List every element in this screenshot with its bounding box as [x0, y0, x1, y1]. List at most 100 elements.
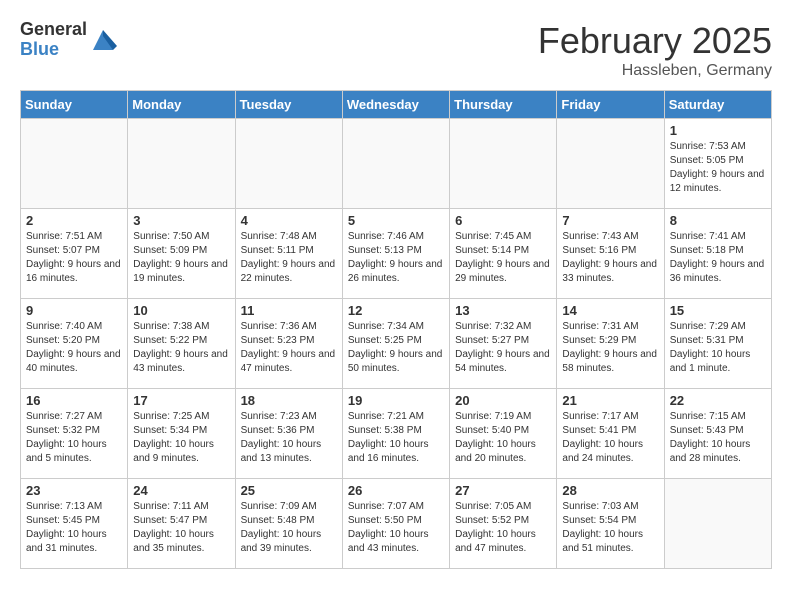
day-info: Sunrise: 7:48 AM Sunset: 5:11 PM Dayligh…	[241, 230, 337, 286]
day-number: 25	[241, 483, 337, 498]
weekday-header-tuesday: Tuesday	[235, 91, 342, 119]
calendar-cell: 12Sunrise: 7:34 AM Sunset: 5:25 PM Dayli…	[342, 299, 449, 389]
day-number: 3	[133, 213, 229, 228]
calendar-cell: 5Sunrise: 7:46 AM Sunset: 5:13 PM Daylig…	[342, 209, 449, 299]
day-info: Sunrise: 7:05 AM Sunset: 5:52 PM Dayligh…	[455, 500, 551, 556]
day-info: Sunrise: 7:36 AM Sunset: 5:23 PM Dayligh…	[241, 320, 337, 376]
calendar-cell: 21 Sunrise: 7:17 AM Sunset: 5:41 PM Dayli…	[557, 389, 664, 479]
weekday-header-friday: Friday	[557, 91, 664, 119]
calendar-cell	[21, 119, 128, 209]
day-info: Sunrise: 7:32 AM Sunset: 5:27 PM Dayligh…	[455, 320, 551, 376]
calendar-cell: 2 Sunrise: 7:51 AM Sunset: 5:07 PM Daylig…	[21, 209, 128, 299]
page-header: General Blue February 2025 Hassleben, Ge…	[20, 20, 772, 80]
day-info: Sunrise: 7:41 AM Sunset: 5:18 PM Dayligh…	[670, 230, 766, 286]
weekday-header-sunday: Sunday	[21, 91, 128, 119]
day-info: Sunrise: 7:50 AM Sunset: 5:09 PM Dayligh…	[133, 230, 229, 286]
day-info: Sunrise: 7:17 AM Sunset: 5:41 PM Dayligh…	[562, 410, 658, 466]
calendar-cell: 16 Sunrise: 7:27 AM Sunset: 5:32 PM Dayli…	[21, 389, 128, 479]
calendar-cell: 9 Sunrise: 7:40 AM Sunset: 5:20 PM Daylig…	[21, 299, 128, 389]
day-number: 6	[455, 213, 551, 228]
day-info: Sunrise: 7:46 AM Sunset: 5:13 PM Dayligh…	[348, 230, 444, 286]
calendar-cell: 22 Sunrise: 7:15 AM Sunset: 5:43 PM Dayli…	[664, 389, 771, 479]
day-info: Sunrise: 7:53 AM Sunset: 5:05 PM Dayligh…	[670, 140, 766, 196]
day-info: Sunrise: 7:03 AM Sunset: 5:54 PM Dayligh…	[562, 500, 658, 556]
calendar-cell: 8 Sunrise: 7:41 AM Sunset: 5:18 PM Daylig…	[664, 209, 771, 299]
day-info: Sunrise: 7:27 AM Sunset: 5:32 PM Dayligh…	[26, 410, 122, 466]
day-number: 10	[133, 303, 229, 318]
logo-blue-text: Blue	[20, 40, 87, 60]
day-number: 19	[348, 393, 444, 408]
weekday-header-saturday: Saturday	[664, 91, 771, 119]
week-row-4: 16 Sunrise: 7:27 AM Sunset: 5:32 PM Dayli…	[21, 389, 772, 479]
title-block: February 2025 Hassleben, Germany	[538, 20, 772, 80]
day-info: Sunrise: 7:51 AM Sunset: 5:07 PM Dayligh…	[26, 230, 122, 286]
day-number: 21	[562, 393, 658, 408]
calendar-cell: 18 Sunrise: 7:23 AM Sunset: 5:36 PM Dayli…	[235, 389, 342, 479]
calendar-cell: 13 Sunrise: 7:32 AM Sunset: 5:27 PM Dayli…	[450, 299, 557, 389]
calendar-cell: 15 Sunrise: 7:29 AM Sunset: 5:31 PM Dayli…	[664, 299, 771, 389]
day-info: Sunrise: 7:40 AM Sunset: 5:20 PM Dayligh…	[26, 320, 122, 376]
weekday-header-wednesday: Wednesday	[342, 91, 449, 119]
calendar-cell	[128, 119, 235, 209]
calendar-cell: 25Sunrise: 7:09 AM Sunset: 5:48 PM Dayli…	[235, 479, 342, 569]
day-number: 2	[26, 213, 122, 228]
day-number: 24	[133, 483, 229, 498]
day-number: 1	[670, 123, 766, 138]
calendar-cell: 24 Sunrise: 7:11 AM Sunset: 5:47 PM Dayli…	[128, 479, 235, 569]
calendar-cell: 11 Sunrise: 7:36 AM Sunset: 5:23 PM Dayli…	[235, 299, 342, 389]
month-title: February 2025	[538, 20, 772, 62]
day-number: 13	[455, 303, 551, 318]
day-info: Sunrise: 7:07 AM Sunset: 5:50 PM Dayligh…	[348, 500, 444, 556]
calendar-cell: 6 Sunrise: 7:45 AM Sunset: 5:14 PM Daylig…	[450, 209, 557, 299]
logo-icon	[89, 26, 117, 54]
day-number: 9	[26, 303, 122, 318]
day-info: Sunrise: 7:15 AM Sunset: 5:43 PM Dayligh…	[670, 410, 766, 466]
calendar-cell: 23Sunrise: 7:13 AM Sunset: 5:45 PM Dayli…	[21, 479, 128, 569]
calendar-cell: 27 Sunrise: 7:05 AM Sunset: 5:52 PM Dayli…	[450, 479, 557, 569]
day-info: Sunrise: 7:11 AM Sunset: 5:47 PM Dayligh…	[133, 500, 229, 556]
logo: General Blue	[20, 20, 117, 60]
day-info: Sunrise: 7:23 AM Sunset: 5:36 PM Dayligh…	[241, 410, 337, 466]
week-row-1: 1 Sunrise: 7:53 AM Sunset: 5:05 PM Daylig…	[21, 119, 772, 209]
calendar-table: SundayMondayTuesdayWednesdayThursdayFrid…	[20, 90, 772, 569]
calendar-cell: 10 Sunrise: 7:38 AM Sunset: 5:22 PM Dayli…	[128, 299, 235, 389]
calendar-cell	[235, 119, 342, 209]
day-number: 20	[455, 393, 551, 408]
calendar-cell: 26 Sunrise: 7:07 AM Sunset: 5:50 PM Dayli…	[342, 479, 449, 569]
day-number: 22	[670, 393, 766, 408]
day-info: Sunrise: 7:43 AM Sunset: 5:16 PM Dayligh…	[562, 230, 658, 286]
week-row-5: 23Sunrise: 7:13 AM Sunset: 5:45 PM Dayli…	[21, 479, 772, 569]
calendar-cell: 3 Sunrise: 7:50 AM Sunset: 5:09 PM Daylig…	[128, 209, 235, 299]
day-number: 26	[348, 483, 444, 498]
day-info: Sunrise: 7:21 AM Sunset: 5:38 PM Dayligh…	[348, 410, 444, 466]
day-number: 23	[26, 483, 122, 498]
day-info: Sunrise: 7:19 AM Sunset: 5:40 PM Dayligh…	[455, 410, 551, 466]
day-info: Sunrise: 7:45 AM Sunset: 5:14 PM Dayligh…	[455, 230, 551, 286]
calendar-cell	[664, 479, 771, 569]
day-number: 18	[241, 393, 337, 408]
day-info: Sunrise: 7:31 AM Sunset: 5:29 PM Dayligh…	[562, 320, 658, 376]
day-number: 14	[562, 303, 658, 318]
day-number: 17	[133, 393, 229, 408]
day-info: Sunrise: 7:38 AM Sunset: 5:22 PM Dayligh…	[133, 320, 229, 376]
day-number: 11	[241, 303, 337, 318]
day-number: 15	[670, 303, 766, 318]
calendar-cell: 7Sunrise: 7:43 AM Sunset: 5:16 PM Daylig…	[557, 209, 664, 299]
calendar-cell	[342, 119, 449, 209]
week-row-3: 9 Sunrise: 7:40 AM Sunset: 5:20 PM Daylig…	[21, 299, 772, 389]
day-number: 12	[348, 303, 444, 318]
calendar-cell: 20 Sunrise: 7:19 AM Sunset: 5:40 PM Dayli…	[450, 389, 557, 479]
calendar-cell: 17Sunrise: 7:25 AM Sunset: 5:34 PM Dayli…	[128, 389, 235, 479]
day-number: 8	[670, 213, 766, 228]
day-info: Sunrise: 7:29 AM Sunset: 5:31 PM Dayligh…	[670, 320, 766, 376]
calendar-cell: 1 Sunrise: 7:53 AM Sunset: 5:05 PM Daylig…	[664, 119, 771, 209]
calendar-cell	[557, 119, 664, 209]
logo-general-text: General	[20, 20, 87, 40]
calendar-cell: 28Sunrise: 7:03 AM Sunset: 5:54 PM Dayli…	[557, 479, 664, 569]
day-number: 27	[455, 483, 551, 498]
calendar-cell: 19 Sunrise: 7:21 AM Sunset: 5:38 PM Dayli…	[342, 389, 449, 479]
week-row-2: 2 Sunrise: 7:51 AM Sunset: 5:07 PM Daylig…	[21, 209, 772, 299]
location: Hassleben, Germany	[538, 62, 772, 80]
day-number: 16	[26, 393, 122, 408]
weekday-header-row: SundayMondayTuesdayWednesdayThursdayFrid…	[21, 91, 772, 119]
